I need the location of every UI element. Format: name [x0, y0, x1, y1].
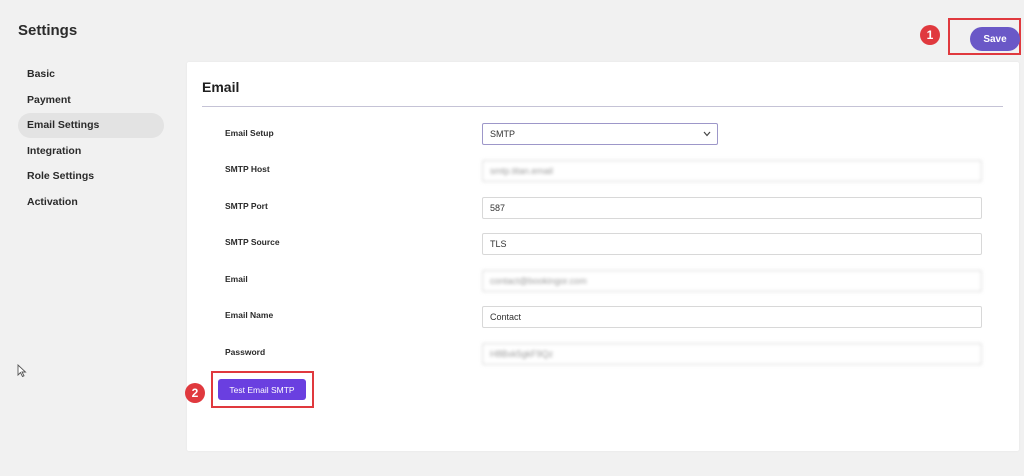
smtp-source-field[interactable]: TLS: [482, 233, 982, 255]
page-title: Settings: [18, 22, 78, 39]
sidebar-item-role-settings[interactable]: Role Settings: [18, 164, 164, 189]
sidebar-item-email-settings[interactable]: Email Settings: [18, 113, 164, 138]
sidebar-item-basic[interactable]: Basic: [18, 62, 164, 87]
sidebar-item-activation[interactable]: Activation: [18, 190, 164, 215]
settings-sidebar: Basic Payment Email Settings Integration…: [18, 62, 164, 215]
card-divider: [202, 106, 1003, 107]
email-name-field[interactable]: Contact: [482, 306, 982, 328]
save-button[interactable]: Save: [970, 27, 1020, 51]
sidebar-item-integration[interactable]: Integration: [18, 139, 164, 164]
card-title: Email: [202, 79, 240, 95]
password-label: Password: [225, 347, 266, 357]
save-highlight-box: Save: [948, 18, 1021, 55]
sidebar-item-label: Basic: [27, 68, 56, 80]
email-label: Email: [225, 274, 248, 284]
chevron-down-icon: [703, 131, 711, 137]
email-field[interactable]: contact@bookingor.com: [482, 270, 982, 292]
email-name-label: Email Name: [225, 310, 274, 320]
step-badge-2: 2: [185, 383, 205, 403]
email-setup-label: Email Setup: [225, 128, 274, 138]
smtp-source-label: SMTP Source: [225, 237, 280, 247]
email-setup-select[interactable]: SMTP: [482, 123, 718, 145]
test-email-smtp-button[interactable]: Test Email SMTP: [218, 379, 306, 400]
sidebar-item-label: Role Settings: [27, 170, 95, 182]
test-highlight-box: Test Email SMTP: [211, 371, 314, 408]
sidebar-item-payment[interactable]: Payment: [18, 88, 164, 113]
smtp-host-field[interactable]: smtp.titan.email: [482, 160, 982, 182]
step-badge-1: 1: [920, 25, 940, 45]
mouse-cursor-icon: [17, 364, 27, 378]
email-setup-value: SMTP: [490, 129, 516, 139]
smtp-port-field[interactable]: 587: [482, 197, 982, 219]
sidebar-item-label: Activation: [27, 195, 78, 208]
smtp-port-label: SMTP Port: [225, 201, 268, 211]
smtp-host-label: SMTP Host: [225, 164, 270, 174]
sidebar-item-label: Email Settings: [27, 119, 100, 131]
sidebar-item-label: Integration: [27, 144, 82, 157]
password-field[interactable]: H8Bxk5gkF9Qz: [482, 343, 982, 365]
sidebar-item-label: Payment: [27, 93, 71, 106]
